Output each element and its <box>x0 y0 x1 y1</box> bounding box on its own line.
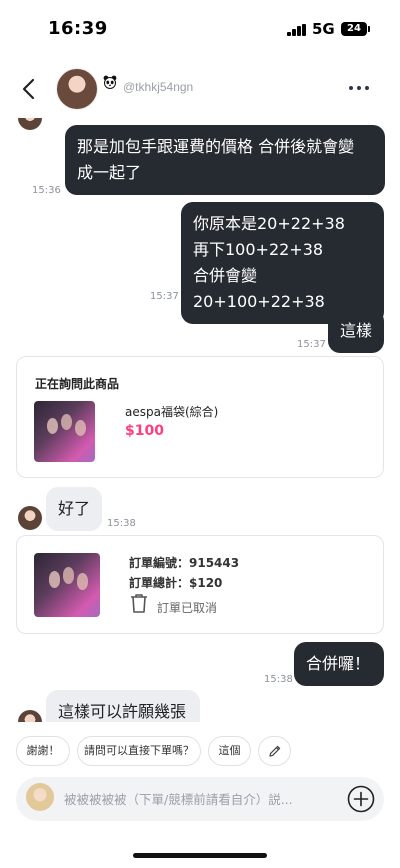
message-input[interactable] <box>64 787 334 811</box>
signal-icon <box>287 24 307 36</box>
status-bar: 16:39 5G 24 <box>0 0 400 56</box>
message-line: 再下100+22+38 <box>193 240 324 259</box>
trash-icon <box>131 594 147 613</box>
message-bubble-received[interactable]: 好了 <box>46 487 102 531</box>
message-bubble-sent[interactable]: 合併囉！ <box>294 642 384 686</box>
message-time: 15:37 <box>297 339 326 350</box>
message-time: 15:38 <box>107 518 136 529</box>
status-time: 16:39 <box>48 18 108 39</box>
pencil-icon <box>269 745 281 757</box>
network-label: 5G <box>312 20 335 38</box>
product-price: $100 <box>125 423 164 439</box>
message-time: 15:36 <box>32 185 61 196</box>
contact-avatar-small <box>18 710 42 722</box>
inquiry-title: 正在詢問此商品 <box>35 377 120 391</box>
battery-icon: 24 <box>341 22 370 36</box>
contact-avatar[interactable] <box>56 68 98 110</box>
more-dots-icon[interactable] <box>349 86 369 92</box>
chat-scroll-area[interactable]: 那是加包手跟運費的價格 合併後就會變 成一起了 15:36 你原本是20+22+… <box>0 118 400 722</box>
message-time: 15:37 <box>150 291 179 302</box>
order-number: 訂單編號：915443 <box>129 556 240 570</box>
order-status: 訂單已取消 <box>157 601 218 615</box>
product-thumbnail[interactable] <box>34 401 95 462</box>
message-bubble-sent[interactable]: 你原本是20+22+38 再下100+22+38 合併會變20+100+22+3… <box>181 202 384 324</box>
quick-reply-chip[interactable]: 這個 <box>208 736 251 766</box>
message-line: 那是加包手跟運費的價格 合併後就會變 <box>77 137 355 156</box>
message-line: 好了 <box>58 499 91 518</box>
product-name[interactable]: aespa福袋(綜合) <box>125 403 218 420</box>
message-line: 這樣 <box>340 321 373 340</box>
message-line: 這樣可以許願幾張 <box>58 702 187 721</box>
quick-reply-chip[interactable]: 謝謝！ <box>16 736 70 766</box>
message-bubble-received[interactable]: 這樣可以許願幾張 <box>46 690 200 722</box>
message-bubble-sent[interactable]: 這樣 <box>328 309 384 353</box>
contact-username[interactable]: @tkhkj54ngn <box>123 80 193 94</box>
message-line: 你原本是20+22+38 <box>193 214 345 233</box>
message-line: 成一起了 <box>77 163 142 182</box>
edit-quick-replies-button[interactable] <box>258 736 291 766</box>
message-time: 15:38 <box>264 674 293 685</box>
message-bubble-sent[interactable]: 那是加包手跟運費的價格 合併後就會變 成一起了 <box>65 125 385 195</box>
user-avatar <box>26 783 54 811</box>
message-line: 合併囉！ <box>306 654 371 673</box>
quick-reply-chip[interactable]: 請問可以直接下單嗎？ <box>77 736 201 766</box>
contact-avatar-small <box>18 506 42 530</box>
order-card[interactable]: 訂單編號：915443 訂單總計：$120 訂單已取消 <box>16 535 384 634</box>
chevron-left-icon <box>22 78 35 100</box>
home-indicator <box>133 853 267 858</box>
back-button[interactable] <box>16 74 44 104</box>
order-thumbnail[interactable] <box>34 553 100 617</box>
product-inquiry-card[interactable]: 正在詢問此商品 aespa福袋(綜合) $100 <box>16 356 384 478</box>
order-total: 訂單總計：$120 <box>129 576 223 590</box>
plus-circle-icon[interactable] <box>347 785 375 813</box>
contact-avatar-small <box>18 118 42 130</box>
quick-reply-bar: 謝謝！ 請問可以直接下單嗎？ 這個 <box>16 736 396 766</box>
message-input-bar <box>16 777 384 821</box>
panda-icon <box>103 75 117 89</box>
chat-header: @tkhkj54ngn <box>0 60 400 118</box>
message-line: 合併會變20+100+22+38 <box>193 266 325 311</box>
